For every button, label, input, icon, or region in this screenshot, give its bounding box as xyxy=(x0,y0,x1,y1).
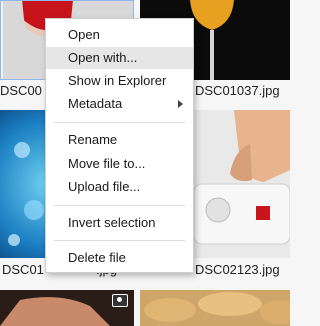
pastry-image xyxy=(140,290,290,326)
menu-item-rename[interactable]: Rename xyxy=(46,129,193,151)
power-strip-image xyxy=(194,110,290,258)
menu-item-move-file-to[interactable]: Move file to... xyxy=(46,153,193,175)
thumbnail-caption: DSC01037.jpg xyxy=(195,83,280,98)
context-menu: Open Open with... Show in Explorer Metad… xyxy=(45,18,194,273)
menu-item-label: Delete file xyxy=(68,250,126,265)
menu-item-metadata[interactable]: Metadata xyxy=(46,93,193,115)
thumbnail-caption: DSC00 xyxy=(0,83,42,98)
menu-item-open[interactable]: Open xyxy=(46,24,193,46)
menu-item-label: Metadata xyxy=(68,96,123,111)
thumbnail-power-strip[interactable] xyxy=(194,110,290,258)
menu-item-label: Invert selection xyxy=(68,215,156,230)
menu-separator xyxy=(54,122,185,123)
menu-item-label: Open xyxy=(68,27,100,42)
menu-item-label: Show in Explorer xyxy=(68,73,167,88)
menu-item-invert-selection[interactable]: Invert selection xyxy=(46,212,193,234)
menu-item-label: Upload file... xyxy=(68,179,141,194)
menu-item-label: Move file to... xyxy=(68,156,146,171)
menu-separator xyxy=(54,240,185,241)
submenu-arrow-icon xyxy=(178,100,183,108)
menu-item-upload-file[interactable]: Upload file... xyxy=(46,176,193,198)
thumbnail-hand[interactable] xyxy=(0,290,134,326)
menu-item-open-with[interactable]: Open with... xyxy=(46,47,193,69)
menu-item-show-in-explorer[interactable]: Show in Explorer xyxy=(46,70,193,92)
menu-item-delete-file[interactable]: Delete file xyxy=(46,247,193,269)
menu-item-label: Open with... xyxy=(68,50,138,65)
thumbnail-caption: DSC02123.jpg xyxy=(195,262,280,277)
camera-icon xyxy=(112,294,128,307)
menu-separator xyxy=(54,205,185,206)
menu-item-label: Rename xyxy=(68,132,118,147)
thumbnail-pastry[interactable] xyxy=(140,290,290,326)
thumbnail-caption: DSC01 xyxy=(2,262,44,277)
